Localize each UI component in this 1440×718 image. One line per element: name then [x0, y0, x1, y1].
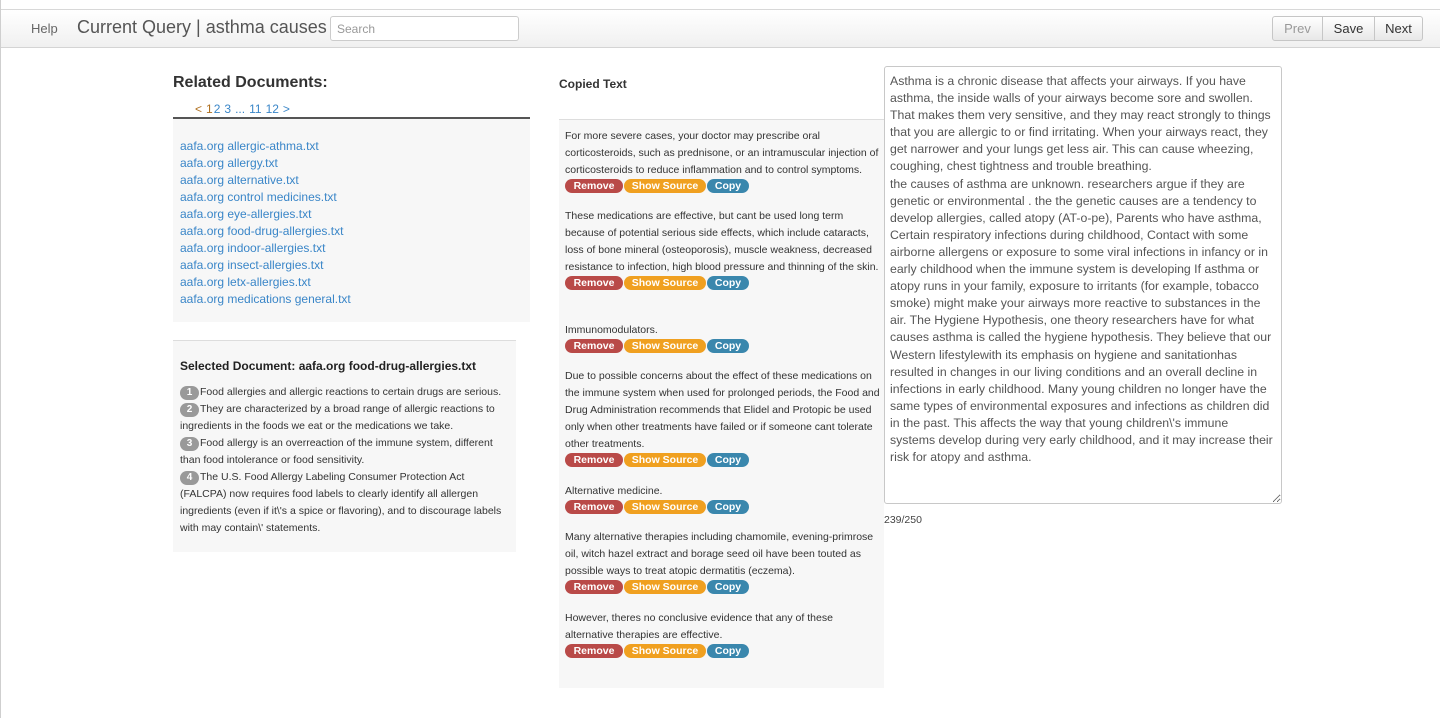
list-item: aafa.org insect-allergies.txt [180, 256, 530, 273]
document-list: aafa.org allergic-athma.txt aafa.org all… [173, 119, 530, 307]
snippet-actions: Remove Show Source Copy [565, 179, 881, 194]
copy-button[interactable]: Copy [707, 580, 749, 594]
list-item: aafa.org eye-allergies.txt [180, 205, 530, 222]
related-documents-header: Related Documents: <12 3... 11 12 > [173, 68, 530, 119]
snippet-text: Alternative medicine. [565, 485, 663, 497]
copied-snippet: Immunomodulators. Remove Show Source Cop… [565, 322, 881, 354]
snippet-actions: Remove Show Source Copy [565, 453, 881, 468]
remove-button[interactable]: Remove [565, 500, 623, 514]
pager-next-link[interactable]: > [283, 102, 290, 116]
sentence-number-badge[interactable]: 1 [180, 386, 199, 400]
document-link[interactable]: aafa.org indoor-allergies.txt [180, 241, 325, 255]
snippet-text: Immunomodulators. [565, 324, 658, 336]
copy-button[interactable]: Copy [707, 276, 749, 290]
pager-ellipsis[interactable]: ... [235, 102, 245, 116]
pager-page-1[interactable]: 1 [206, 102, 213, 116]
snippet-text: However, theres no conclusive evidence t… [565, 612, 833, 641]
copied-snippet: These medications are effective, but can… [565, 208, 881, 291]
selected-document-title: Selected Document: aafa.org food-drug-al… [180, 359, 477, 373]
related-documents-panel: Related Documents: <12 3... 11 12 > aafa.org… [173, 68, 530, 322]
snippet-actions: Remove Show Source Copy [565, 500, 881, 515]
top-border [1, 0, 1440, 10]
document-link[interactable]: aafa.org letx-allergies.txt [180, 275, 311, 289]
snippet-actions: Remove Show Source Copy [565, 339, 881, 354]
copied-snippet: Many alternative therapies including cha… [565, 529, 881, 595]
remove-button[interactable]: Remove [565, 276, 623, 290]
copied-text-panel: For more severe cases, your doctor may p… [559, 119, 884, 688]
list-item: aafa.org control medicines.txt [180, 188, 530, 205]
copied-snippet: However, theres no conclusive evidence t… [565, 610, 881, 659]
copy-button[interactable]: Copy [707, 644, 749, 658]
list-item: aafa.org allergic-athma.txt [180, 137, 530, 154]
snippet-text: Due to possible concerns about the effec… [565, 370, 880, 450]
snippet-text: These medications are effective, but can… [565, 210, 879, 273]
show-source-button[interactable]: Show Source [624, 339, 706, 353]
snippet-text: Many alternative therapies including cha… [565, 531, 874, 577]
sentence-number-badge[interactable]: 3 [180, 437, 199, 451]
list-item: aafa.org medications general.txt [180, 290, 530, 307]
copy-button[interactable]: Copy [707, 339, 749, 353]
word-counter: 239/250 [884, 514, 922, 526]
snippet-actions: Remove Show Source Copy [565, 276, 881, 291]
document-link[interactable]: aafa.org allergy.txt [180, 156, 278, 170]
list-item: aafa.org alternative.txt [180, 171, 530, 188]
snippet-actions: Remove Show Source Copy [565, 644, 881, 659]
document-link[interactable]: aafa.org alternative.txt [180, 173, 299, 187]
pager-page-3[interactable]: 3 [224, 102, 231, 116]
remove-button[interactable]: Remove [565, 453, 623, 467]
page-title: Current Query | asthma causes [77, 17, 327, 37]
list-item: aafa.org letx-allergies.txt [180, 273, 530, 290]
document-link[interactable]: aafa.org medications general.txt [180, 292, 351, 306]
selected-document-panel: Selected Document: aafa.org food-drug-al… [173, 340, 516, 552]
document-link[interactable]: aafa.org eye-allergies.txt [180, 207, 311, 221]
copy-button[interactable]: Copy [707, 500, 749, 514]
list-item: aafa.org indoor-allergies.txt [180, 239, 530, 256]
sentence-number-badge[interactable]: 4 [180, 471, 199, 485]
sentence-number-badge[interactable]: 2 [180, 403, 199, 417]
search-input[interactable] [330, 16, 519, 41]
prev-button[interactable]: Prev [1272, 16, 1323, 41]
next-button[interactable]: Next [1374, 16, 1423, 41]
document-link[interactable]: aafa.org insect-allergies.txt [180, 258, 323, 272]
copied-snippet: Due to possible concerns about the effec… [565, 368, 881, 468]
pagination: <12 3... 11 12 > [195, 102, 294, 116]
show-source-button[interactable]: Show Source [624, 453, 706, 467]
pager-page-12[interactable]: 12 [266, 102, 279, 116]
document-link[interactable]: aafa.org allergic-athma.txt [180, 139, 319, 153]
copy-button[interactable]: Copy [707, 179, 749, 193]
copied-snippet: For more severe cases, your doctor may p… [565, 128, 881, 194]
summary-textarea[interactable]: Asthma is a chronic disease that affects… [884, 66, 1282, 504]
show-source-button[interactable]: Show Source [624, 644, 706, 658]
show-source-button[interactable]: Show Source [624, 580, 706, 594]
sentence-text[interactable]: Food allergy is an overreaction of the i… [180, 437, 493, 466]
sentence-text[interactable]: They are characterized by a broad range … [180, 403, 495, 432]
remove-button[interactable]: Remove [565, 644, 623, 658]
show-source-button[interactable]: Show Source [624, 179, 706, 193]
pager-prev-link[interactable]: < [195, 102, 202, 116]
copied-snippet: Alternative medicine. Remove Show Source… [565, 483, 881, 515]
selected-document-body: 1 Food allergies and allergic reactions t… [180, 384, 510, 537]
pager-page-2[interactable]: 2 [214, 102, 221, 116]
navbar: Help Current Query | asthma causes Prev … [1, 10, 1440, 48]
snippet-text: For more severe cases, your doctor may p… [565, 130, 879, 176]
help-link[interactable]: Help [31, 21, 58, 36]
remove-button[interactable]: Remove [565, 179, 623, 193]
remove-button[interactable]: Remove [565, 339, 623, 353]
sentence-text[interactable]: Food allergies and allergic reactions to… [200, 386, 501, 398]
copy-button[interactable]: Copy [707, 453, 749, 467]
list-item: aafa.org allergy.txt [180, 154, 530, 171]
show-source-button[interactable]: Show Source [624, 276, 706, 290]
list-item: aafa.org food-drug-allergies.txt [180, 222, 530, 239]
nav-button-group: Prev Save Next [1272, 16, 1423, 41]
document-link[interactable]: aafa.org food-drug-allergies.txt [180, 224, 343, 238]
document-link[interactable]: aafa.org control medicines.txt [180, 190, 337, 204]
related-documents-title: Related Documents: [173, 74, 328, 91]
pager-page-11[interactable]: 11 [249, 102, 261, 116]
show-source-button[interactable]: Show Source [624, 500, 706, 514]
sentence-text[interactable]: The U.S. Food Allergy Labeling Consumer … [180, 471, 501, 534]
save-button[interactable]: Save [1322, 16, 1375, 41]
remove-button[interactable]: Remove [565, 580, 623, 594]
copied-text-title: Copied Text [559, 77, 627, 91]
snippet-actions: Remove Show Source Copy [565, 580, 881, 595]
